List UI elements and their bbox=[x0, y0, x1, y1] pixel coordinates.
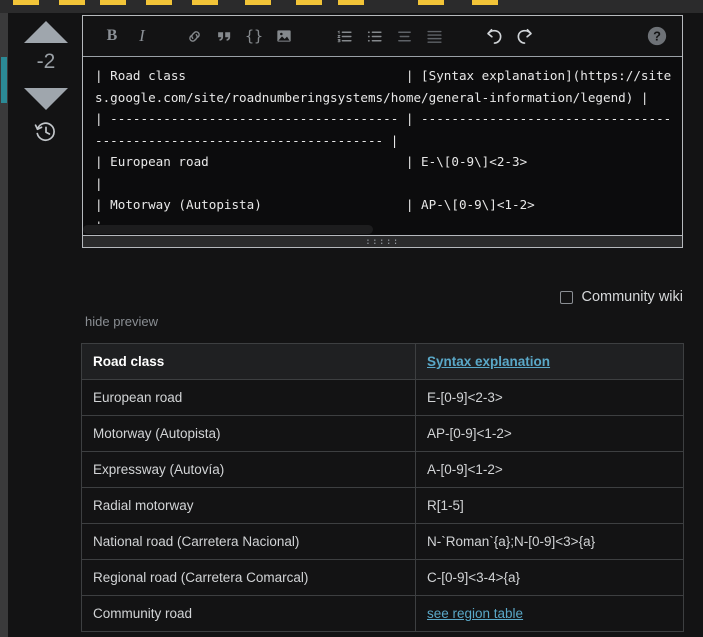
editor-content[interactable]: | Road class | [Syntax explanation](http… bbox=[95, 65, 674, 235]
table-header-row: Road class Syntax explanation bbox=[81, 343, 684, 380]
community-wiki-row[interactable]: Community wiki bbox=[82, 289, 683, 305]
column-header-syntax-explanation: Syntax explanation bbox=[415, 343, 684, 380]
cell-syntax: A-[0-9]<1-2> bbox=[415, 451, 684, 488]
editor-toolbar: B I {} ? bbox=[83, 16, 682, 57]
vote-column: -2 bbox=[10, 13, 82, 637]
downvote-button[interactable] bbox=[24, 88, 68, 110]
cell-syntax: R[1-5] bbox=[415, 487, 684, 524]
revision-history-icon[interactable] bbox=[34, 120, 58, 144]
code-icon[interactable]: {} bbox=[239, 21, 269, 51]
column-header-road-class: Road class bbox=[81, 343, 416, 380]
table-row: National road (Carretera Nacional) N-`Rom… bbox=[81, 523, 684, 560]
community-wiki-label: Community wiki bbox=[581, 289, 683, 305]
cell-syntax: E-[0-9]<2-3> bbox=[415, 379, 684, 416]
table-row: Regional road (Carretera Comarcal) C-[0-9… bbox=[81, 559, 684, 596]
heading-icon[interactable] bbox=[389, 21, 419, 51]
editor-horizontal-scrollbar-thumb[interactable] bbox=[83, 225, 373, 234]
cell-road-class: National road (Carretera Nacional) bbox=[81, 523, 416, 560]
upvote-button[interactable] bbox=[24, 21, 68, 43]
image-icon[interactable] bbox=[269, 21, 299, 51]
top-marker-5 bbox=[245, 0, 271, 5]
editor-resize-handle[interactable]: ::::: bbox=[83, 235, 682, 247]
horizontal-rule-icon[interactable] bbox=[419, 21, 449, 51]
resize-grip-dots: ::::: bbox=[365, 236, 400, 247]
redo-icon[interactable] bbox=[509, 21, 539, 51]
table-row: Community road see region table bbox=[81, 595, 684, 632]
top-marker-7 bbox=[338, 0, 365, 5]
top-marker-0 bbox=[12, 0, 39, 5]
cell-road-class: Expressway (Autovía) bbox=[81, 451, 416, 488]
page-scrollbar-thumb[interactable] bbox=[1, 57, 7, 103]
top-marker-1 bbox=[59, 0, 86, 5]
help-icon[interactable]: ? bbox=[646, 25, 668, 47]
preview-table: Road class Syntax explanation European r… bbox=[81, 343, 684, 632]
link-icon[interactable] bbox=[179, 21, 209, 51]
community-wiki-checkbox[interactable] bbox=[560, 290, 574, 304]
editor-horizontal-scrollbar[interactable] bbox=[83, 224, 682, 235]
top-marker-6 bbox=[296, 0, 322, 5]
top-marker-strip bbox=[0, 0, 703, 13]
see-region-table-link[interactable]: see region table bbox=[427, 606, 523, 621]
blockquote-icon[interactable] bbox=[209, 21, 239, 51]
table-row: Motorway (Autopista) AP-[0-9]<1-2> bbox=[81, 415, 684, 452]
table-row: Radial motorway R[1-5] bbox=[81, 487, 684, 524]
vote-score: -2 bbox=[36, 50, 56, 73]
top-marker-4 bbox=[191, 0, 218, 5]
cell-road-class: European road bbox=[81, 379, 416, 416]
top-marker-3 bbox=[146, 0, 172, 5]
top-marker-8 bbox=[418, 0, 445, 5]
preview-pane: Road class Syntax explanation European r… bbox=[81, 343, 684, 632]
cell-syntax[interactable]: see region table bbox=[415, 595, 684, 632]
cell-road-class: Community road bbox=[81, 595, 416, 632]
bulleted-list-icon[interactable] bbox=[359, 21, 389, 51]
cell-syntax: N-`Roman`{a};N-[0-9]<3>{a} bbox=[415, 523, 684, 560]
page-body: -2 B I {} ? | Road class | [Syntax expla… bbox=[0, 13, 703, 637]
editor-textarea[interactable]: | Road class | [Syntax explanation](http… bbox=[83, 57, 682, 235]
cell-road-class: Motorway (Autopista) bbox=[81, 415, 416, 452]
syntax-explanation-link[interactable]: Syntax explanation bbox=[427, 354, 550, 369]
top-marker-2 bbox=[100, 0, 126, 5]
italic-icon[interactable]: I bbox=[127, 21, 157, 51]
page-scrollbar-track[interactable] bbox=[0, 13, 8, 637]
table-body: European road E-[0-9]<2-3> Motorway (Autop… bbox=[81, 379, 684, 632]
cell-road-class: Radial motorway bbox=[81, 487, 416, 524]
table-row: European road E-[0-9]<2-3> bbox=[81, 379, 684, 416]
svg-text:?: ? bbox=[653, 29, 661, 44]
numbered-list-icon[interactable] bbox=[329, 21, 359, 51]
markdown-editor: B I {} ? | Road class | [Syntax explanat… bbox=[82, 15, 683, 248]
undo-icon[interactable] bbox=[479, 21, 509, 51]
hide-preview-toggle[interactable]: hide preview bbox=[85, 314, 158, 329]
bold-icon[interactable]: B bbox=[97, 21, 127, 51]
table-row: Expressway (Autovía) A-[0-9]<1-2> bbox=[81, 451, 684, 488]
top-marker-9 bbox=[471, 0, 498, 5]
cell-syntax: AP-[0-9]<1-2> bbox=[415, 415, 684, 452]
cell-road-class: Regional road (Carretera Comarcal) bbox=[81, 559, 416, 596]
cell-syntax: C-[0-9]<3-4>{a} bbox=[415, 559, 684, 596]
